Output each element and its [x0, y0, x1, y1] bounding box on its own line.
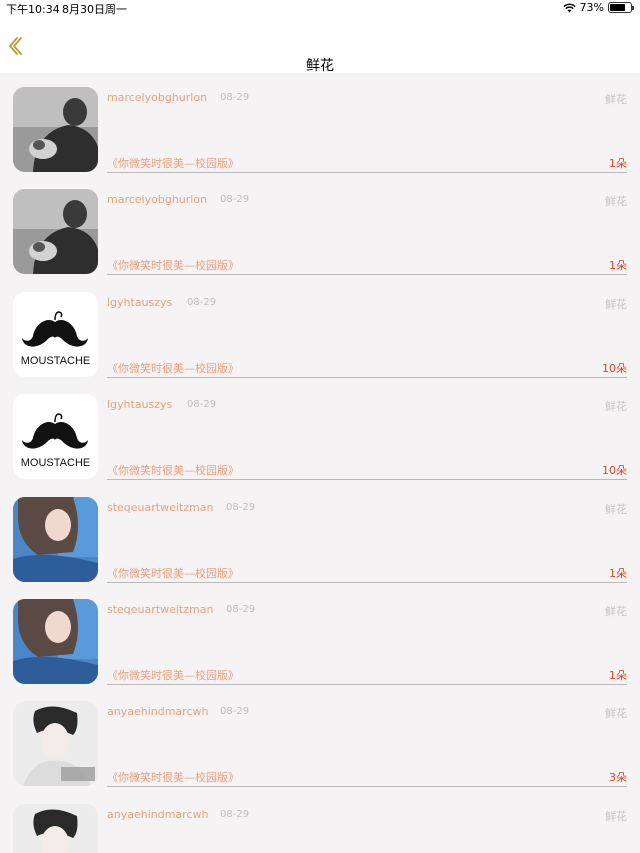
gift-count: 1朵: [609, 566, 627, 580]
chevron-left-icon: [9, 37, 22, 55]
status-time: 下午10:34: [6, 3, 60, 16]
record-date: 08-29: [187, 296, 217, 308]
user-avatar[interactable]: [13, 599, 98, 684]
gift-type: 鲜花: [605, 809, 627, 823]
list-item[interactable]: anyaehindmarcwh 08-29 鲜花《你微笑时很美—校园版》 3朵: [0, 687, 640, 789]
moustache-logo-avatar: MOUSTACHE: [13, 291, 98, 377]
user-avatar[interactable]: [13, 701, 98, 787]
divider: [107, 274, 627, 276]
username[interactable]: marcelyobghurlon: [107, 91, 207, 104]
divider: [107, 786, 627, 788]
status-date: 8月30日周一: [62, 3, 127, 16]
status-right: 73%: [562, 1, 634, 14]
boy-photo-avatar: [13, 701, 98, 787]
status-bar: 下午10:34 8月30日周一 73%: [0, 0, 640, 17]
gift-type: 鲜花: [605, 93, 627, 106]
song-title[interactable]: 《你微笑时很美—校园版》: [107, 565, 239, 581]
username[interactable]: anyaehindmarcwh: [107, 808, 208, 821]
user-avatar[interactable]: [13, 496, 98, 582]
record-date: 08-29: [220, 706, 250, 718]
moustache-logo-avatar: MOUSTACHE: [13, 394, 98, 480]
gift-type: 鲜花: [605, 605, 627, 618]
divider: [107, 376, 627, 378]
user-avatar[interactable]: [13, 803, 98, 853]
battery-icon: [608, 2, 634, 13]
list-item[interactable]: marcelyobghurlon 08-29 鲜花《你微笑时很美—校园版》 1朵: [0, 73, 640, 175]
username[interactable]: lgyhtauszys: [107, 398, 172, 411]
nav-bar: 鲜花: [0, 17, 640, 74]
divider: [107, 172, 627, 173]
gift-type: 鲜花: [605, 502, 627, 516]
man-photo-avatar: [13, 87, 98, 172]
divider: [107, 684, 627, 685]
girl-photo-avatar: [13, 599, 98, 684]
username[interactable]: steqeuartweitzman: [107, 501, 213, 514]
song-title[interactable]: 《你微笑时很美—校园版》: [107, 257, 239, 273]
song-title[interactable]: 《你微笑时很美—校园版》: [107, 462, 239, 478]
avatar-logo-text: MOUSTACHE: [21, 355, 90, 367]
divider: [107, 479, 627, 481]
man-photo-avatar: [13, 189, 98, 275]
avatar-logo-text: MOUSTACHE: [21, 457, 90, 469]
gift-type: 鲜花: [605, 707, 627, 721]
gift-count: 1朵: [609, 157, 627, 170]
gift-type: 鲜花: [605, 400, 627, 414]
list-item[interactable]: MOUSTACHE lgyhtauszys 08-29 鲜花《你微笑时很美—校园版》…: [0, 380, 640, 482]
gift-count: 3朵: [609, 771, 627, 785]
list-item[interactable]: marcelyobghurlon 08-29 鲜花《你微笑时很美—校园版》 1朵: [0, 175, 640, 277]
girl-photo-avatar: [13, 496, 98, 582]
song-title[interactable]: 《你微笑时很美—校园版》: [107, 155, 239, 171]
song-title[interactable]: 《你微笑时很美—校园版》: [107, 667, 239, 683]
list-item[interactable]: anyaehindmarcwh 08-29 鲜花: [0, 790, 640, 853]
user-avatar[interactable]: MOUSTACHE: [13, 291, 98, 377]
user-avatar[interactable]: MOUSTACHE: [13, 394, 98, 480]
record-date: 08-29: [226, 604, 256, 615]
record-date: 08-29: [187, 399, 217, 411]
record-date: 08-29: [220, 194, 250, 206]
username[interactable]: anyaehindmarcwh: [107, 705, 208, 718]
gift-count: 10朵: [602, 361, 627, 375]
user-avatar[interactable]: [13, 87, 98, 172]
user-avatar[interactable]: [13, 189, 98, 275]
username[interactable]: steqeuartweitzman: [107, 603, 213, 616]
list-item[interactable]: steqeuartweitzman 08-29 鲜花《你微笑时很美—校园版》 1朵: [0, 585, 640, 687]
battery-percent: 73%: [579, 1, 604, 14]
gift-record-list[interactable]: marcelyobghurlon 08-29 鲜花 《你微笑时很美—校园版》 1朵 ma…: [0, 73, 640, 853]
gift-type: 鲜花: [605, 297, 627, 311]
divider: [107, 581, 627, 583]
wifi-icon: [562, 3, 576, 12]
record-date: 08-29: [226, 501, 256, 513]
back-button[interactable]: [6, 35, 26, 57]
boy-photo-avatar: [13, 803, 98, 853]
list-item[interactable]: MOUSTACHE lgyhtauszys 08-29 鲜花《你微笑时很美—校园版》…: [0, 278, 640, 380]
record-date: 08-29: [220, 92, 250, 103]
battery-fill: [610, 4, 625, 11]
gift-count: 1朵: [609, 669, 627, 682]
gift-type: 鲜花: [605, 195, 627, 209]
record-date: 08-29: [220, 808, 250, 820]
song-title[interactable]: 《你微笑时很美—校园版》: [107, 360, 239, 376]
list-item[interactable]: steqeuartweitzman 08-29 鲜花《你微笑时很美—校园版》 1朵: [0, 483, 640, 585]
username[interactable]: marcelyobghurlon: [107, 193, 207, 206]
song-title[interactable]: 《你微笑时很美—校园版》: [107, 769, 239, 785]
gift-count: 1朵: [609, 259, 627, 273]
gift-count: 10朵: [602, 464, 627, 478]
page-title: 鲜花: [306, 58, 334, 74]
username[interactable]: lgyhtauszys: [107, 296, 172, 309]
